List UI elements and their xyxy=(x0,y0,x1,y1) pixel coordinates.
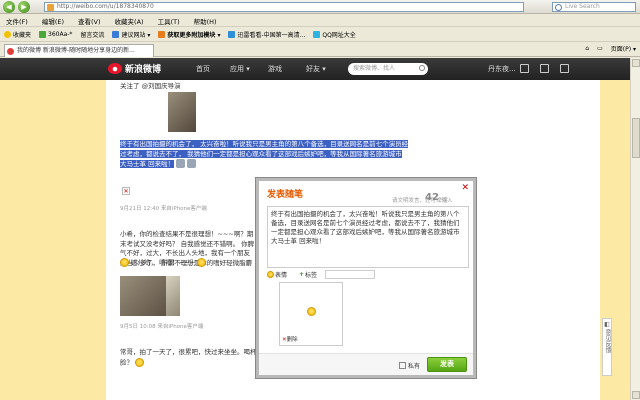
weibo-search-input[interactable]: 搜索微博、找人 xyxy=(348,63,428,75)
star-icon xyxy=(4,31,11,38)
favorites-button[interactable]: 收藏夹 xyxy=(4,30,31,39)
fav-page-icon xyxy=(39,31,47,38)
plus-icon: + xyxy=(299,270,305,278)
smile-icon xyxy=(267,270,274,278)
feedback-tab[interactable]: ◧ 意见反馈 xyxy=(602,318,612,376)
tab-weibo[interactable]: 我的微博 新浪微博-随时随地分享身边的新... xyxy=(4,44,154,57)
page-icon xyxy=(47,4,54,11)
dialog-footer: 私有 发表 xyxy=(259,353,473,375)
feed-photo[interactable] xyxy=(168,92,196,132)
checkbox-icon xyxy=(399,362,406,369)
smile-icon xyxy=(135,358,145,367)
smile-icon xyxy=(197,258,207,267)
fav-link-xunlei[interactable]: 迅雷看看-中国第一高清... xyxy=(228,30,305,39)
char-count-suffix: 个字 xyxy=(437,198,449,204)
settings-icon[interactable] xyxy=(540,64,549,73)
feed-post-2-meta: 9月5日 10:08 来自iPhone客户端 xyxy=(120,324,204,330)
fav-page-icon xyxy=(112,31,120,38)
broken-image-icon: ✕ xyxy=(122,187,130,195)
search-icon xyxy=(555,4,562,11)
nav-user[interactable]: 丹东夜... xyxy=(488,64,516,74)
compose-toolbar: 表情 + 标签 xyxy=(267,269,469,279)
menu-file[interactable]: 文件(F) xyxy=(6,16,28,26)
browser-address-bar: ◀ ▶ http://weibo.com/u/1878340870 Live S… xyxy=(0,0,640,14)
menu-favorites[interactable]: 收藏夹(A) xyxy=(115,16,144,26)
forward-icon[interactable]: ▶ xyxy=(18,0,30,13)
menu-help[interactable]: 帮助(H) xyxy=(194,16,217,26)
delete-image-button[interactable]: ✕删除 xyxy=(282,335,298,343)
compose-dialog: 发表随笔 ✕ 请文明发言，还可以输入 42 个字 终于有出国拍摄的机会了，太兴奋… xyxy=(256,178,476,378)
scroll-thumb[interactable] xyxy=(632,118,640,158)
send-button[interactable]: 发表 xyxy=(427,357,467,372)
tab-bar: 我的微博 新浪微博-随时随地分享身边的新... ⌂ ▭ 页面(P) ▾ xyxy=(0,43,640,57)
emoticon-icon xyxy=(187,159,197,168)
feed-follow-line: 关注了 @刘国庆导演 xyxy=(120,82,181,90)
scroll-down-icon[interactable] xyxy=(632,391,640,399)
home-icon[interactable]: ⌂ xyxy=(585,45,589,52)
weibo-logo[interactable]: 新浪微博 xyxy=(108,62,161,75)
fav-link-suggested[interactable]: 建议网站 ▾ xyxy=(112,30,150,39)
feed-post-1-meta: 9月21日 12:40 来自iPhone客户端 xyxy=(120,206,207,212)
weibo-favicon-icon xyxy=(7,48,14,55)
weibo-eye-icon xyxy=(108,63,122,74)
nav-home[interactable]: 首页 xyxy=(196,64,210,74)
tag-button[interactable]: + 标签 xyxy=(299,269,381,279)
nav-games[interactable]: 游戏 xyxy=(268,64,282,74)
menu-tools[interactable]: 工具(T) xyxy=(158,16,180,26)
smile-icon xyxy=(307,307,316,316)
page-menu[interactable]: 页面(P) ▾ xyxy=(611,44,636,53)
close-icon[interactable]: ✕ xyxy=(461,183,469,193)
emoticon-button[interactable]: 表情 xyxy=(267,270,293,279)
tag-input[interactable] xyxy=(325,269,376,279)
browser-menu-bar: 文件(F) 编辑(E) 查看(V) 收藏夹(A) 工具(T) 帮助(H) xyxy=(0,15,640,27)
smile-icon xyxy=(120,258,129,267)
scroll-up-icon[interactable] xyxy=(632,59,640,67)
fav-link-guestbook[interactable]: 留言交流 xyxy=(80,30,104,39)
search-icon xyxy=(419,65,425,71)
nav-friends[interactable]: 好友 ▾ xyxy=(306,64,326,74)
browser-search-input[interactable]: Live Search xyxy=(552,2,636,12)
emoticon-icon xyxy=(176,159,186,168)
back-icon[interactable]: ◀ xyxy=(3,0,15,13)
dialog-title: 发表随笔 xyxy=(267,190,304,200)
feed-post-3b: 脸？ xyxy=(120,358,145,368)
fav-page-icon xyxy=(158,31,166,38)
mail-icon[interactable] xyxy=(560,64,569,73)
feedback-icon: ◧ xyxy=(604,321,610,328)
feed-post-3: 常哥，拍了一天了，很累吧，快过来坐坐。喝杯茶， xyxy=(120,348,256,356)
tab-tools: ⌂ ▭ 页面(P) ▾ xyxy=(577,44,636,53)
feed-photo[interactable] xyxy=(166,276,180,316)
private-toggle[interactable]: 私有 xyxy=(399,361,420,370)
nav-apps[interactable]: 应用 ▾ xyxy=(230,64,250,74)
fav-link-360[interactable]: 360Aa-* xyxy=(39,31,72,38)
fav-page-icon xyxy=(228,31,236,38)
weibo-top-nav: 新浪微博 首页 应用 ▾ 游戏 好友 ▾ 搜索微博、找人 丹东夜... xyxy=(0,58,630,80)
compose-textarea[interactable]: 终于有出国拍摄的机会了，太兴奋啦！听说我只是男主角的第八个备选，目录送网名是前七… xyxy=(267,206,469,268)
menu-view[interactable]: 查看(V) xyxy=(78,16,101,26)
fav-link-qq[interactable]: QQ网址大全 xyxy=(313,30,356,39)
uploaded-image-preview: ✕删除 xyxy=(279,282,343,346)
message-icon[interactable] xyxy=(520,64,529,73)
feed-post-1: 终于有出国拍摄的机会了， 太兴奋啦！听说我只是男主角的第八个备选，目录送网名是前… xyxy=(120,140,409,168)
fav-link-addons[interactable]: 获取更多附加模块 ▾ xyxy=(158,30,220,39)
page-scrollbar[interactable] xyxy=(630,58,640,400)
url-input[interactable]: http://weibo.com/u/1878340870 xyxy=(44,2,524,12)
favorites-bar: 收藏夹 360Aa-* 留言交流 建议网站 ▾ 获取更多附加模块 ▾ 迅雷看看-… xyxy=(0,28,640,42)
menu-edit[interactable]: 编辑(E) xyxy=(42,16,64,26)
print-icon[interactable]: ▭ xyxy=(597,45,603,52)
fav-page-icon xyxy=(313,31,321,38)
feed-post-2b: 这儿哟， 嘻嘻！~~~ xyxy=(120,258,256,268)
